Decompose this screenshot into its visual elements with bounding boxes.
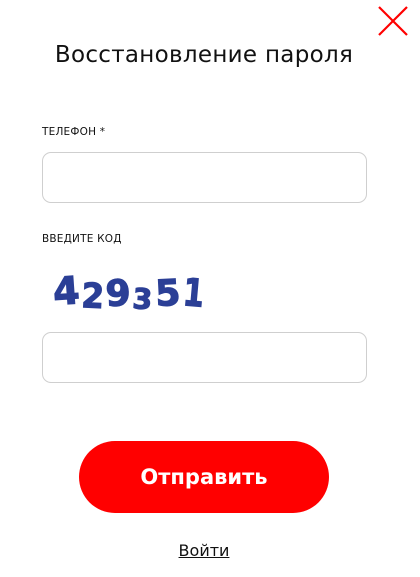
phone-input[interactable]: [42, 152, 367, 203]
captcha-char: 3: [132, 282, 154, 315]
close-icon: [378, 6, 408, 36]
phone-label: ТЕЛЕФОН *: [42, 126, 106, 138]
code-input[interactable]: [42, 332, 367, 383]
captcha-char: 1: [181, 271, 206, 315]
submit-button[interactable]: Отправить: [79, 441, 329, 513]
code-label: ВВЕДИТЕ КОД: [42, 233, 122, 245]
login-link[interactable]: Войти: [0, 541, 408, 560]
close-button[interactable]: [376, 4, 410, 38]
captcha-char: 5: [154, 273, 181, 315]
captcha-char: 2: [81, 275, 106, 315]
captcha-image: 429351: [51, 268, 207, 315]
captcha-char: 9: [105, 273, 131, 315]
password-recovery-dialog: Восстановление пароля ТЕЛЕФОН * ВВЕДИТЕ …: [0, 0, 420, 577]
captcha-char: 4: [52, 268, 81, 314]
dialog-title: Восстановление пароля: [54, 42, 354, 68]
